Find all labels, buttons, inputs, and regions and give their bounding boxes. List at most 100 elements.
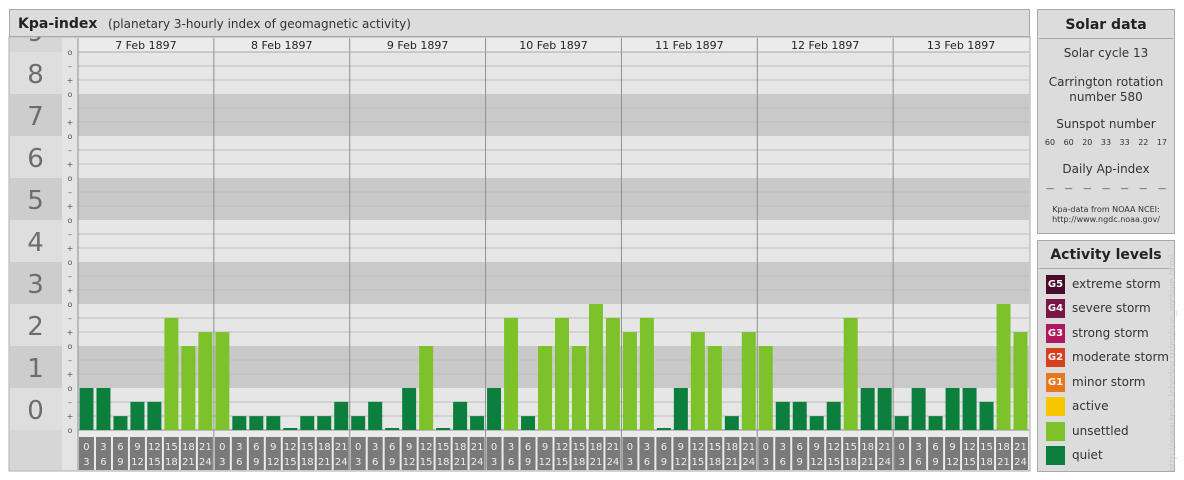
kp-bar [707,346,722,430]
interval-end-label: 3 [491,457,497,468]
interval-end-label: 21 [182,457,195,468]
y-tick-label: 3 [27,270,44,300]
y-subtick-label: – [68,314,72,323]
interval-start-label: 21 [742,442,755,453]
y-subtick-label: – [68,230,72,239]
interval-start-label: 9 [949,442,955,453]
kp-bar [487,388,502,430]
interval-end-label: 18 [437,457,450,468]
sunspot-value: 20 [1082,138,1093,147]
kp-chart: 0123456789o+–o+–o+–o+–o+–o+–o+–o+–o+–o7 … [8,18,1031,472]
y-tick-label: 7 [27,102,44,132]
interval-end-label: 24 [1014,457,1027,468]
y-subtick-label: – [68,188,72,197]
kp-bar [843,317,858,430]
interval-start-label: 15 [980,442,993,453]
solar-data-panel: Solar data Solar cycle 13 Carrington rot… [1037,9,1175,234]
kp-bar [232,416,247,430]
interval-start-label: 0 [763,442,769,453]
level-band [78,52,1029,94]
interval-end-label: 15 [148,457,161,468]
interval-end-label: 24 [335,457,348,468]
interval-start-label: 0 [355,442,361,453]
kp-bar [656,428,671,430]
ap-label: Daily Ap-index [1062,162,1150,176]
interval-end-label: 18 [708,457,721,468]
interval-end-label: 12 [946,457,959,468]
interval-end-label: 9 [797,457,803,468]
day-label: 9 Feb 1897 [387,39,448,52]
legend-swatch: G4 [1046,299,1065,318]
source-credit: http://www.tesis.lebedev.ru/en/sun_archi… [1168,254,1178,472]
interval-start-label: 3 [372,442,378,453]
kp-bar [928,416,943,430]
interval-start-label: 3 [508,442,514,453]
sunspot-value: 22 [1138,138,1149,147]
ap-value: — [1101,184,1110,193]
kp-bar [1013,332,1028,430]
interval-start-label: 12 [284,442,297,453]
interval-end-label: 18 [301,457,314,468]
kp-bar [79,388,94,430]
legend-swatch: G5 [1046,275,1065,294]
y-subtick-label: + [67,412,74,421]
kp-bar [419,346,434,430]
interval-end-label: 12 [131,457,144,468]
solar-cycle: Solar cycle 13 [1063,46,1149,60]
y-subtick-label: + [67,370,74,379]
kp-bar [605,317,620,430]
y-subtick-label: o [68,258,73,267]
interval-start-label: 0 [219,442,225,453]
interval-start-label: 3 [644,442,650,453]
kp-bar [877,388,892,430]
y-subtick-label: o [68,174,73,183]
kp-bar [436,428,451,430]
interval-end-label: 9 [525,457,531,468]
kp-bar [521,416,536,430]
sunspot-values: 60 60 20 33 33 22 17 [1041,138,1171,147]
interval-end-label: 18 [165,457,178,468]
interval-end-label: 15 [420,457,433,468]
sunspot-value: 60 [1044,138,1056,147]
interval-end-label: 15 [284,457,297,468]
interval-end-label: 15 [691,457,704,468]
y-subtick-label: o [68,216,73,225]
interval-start-label: 6 [797,442,803,453]
interval-end-label: 21 [454,457,467,468]
interval-end-label: 9 [253,457,259,468]
y-subtick-label: – [68,356,72,365]
kp-bar [690,332,705,430]
kp-bar [792,401,807,430]
kp-bar [470,416,485,430]
kp-bar [555,317,569,430]
interval-end-label: 12 [539,457,552,468]
sunspot-value: 33 [1119,138,1130,147]
data-credit-line-2: http://www.ngdc.noaa.gov/ [1052,215,1160,224]
kp-bar [334,401,349,430]
kp-bar [741,332,756,430]
interval-end-label: 24 [878,457,891,468]
interval-end-label: 24 [607,457,620,468]
kp-bar [724,416,739,430]
interval-end-label: 21 [997,457,1010,468]
interval-end-label: 9 [389,457,395,468]
legend-label: quiet [1072,448,1103,462]
day-label: 10 Feb 1897 [519,39,587,52]
kp-bar [571,346,586,430]
interval-end-label: 12 [810,457,823,468]
legend-label: moderate storm [1072,350,1169,364]
interval-end-label: 15 [827,457,840,468]
sunspot-value: 60 [1063,138,1074,147]
y-tick-label: 8 [27,60,44,90]
interval-start-label: 6 [932,442,938,453]
kp-bar [385,428,400,430]
level-band [78,94,1029,136]
kp-bar [215,332,230,430]
chart-subtitle: (planetary 3-hourly index of geomagnetic… [108,17,411,31]
y-tick-label: 6 [27,144,44,174]
interval-end-label: 24 [742,457,755,468]
kp-bar [453,401,468,430]
interval-start-label: 9 [814,442,820,453]
kp-bar [945,388,960,430]
legend-label: active [1072,399,1109,413]
